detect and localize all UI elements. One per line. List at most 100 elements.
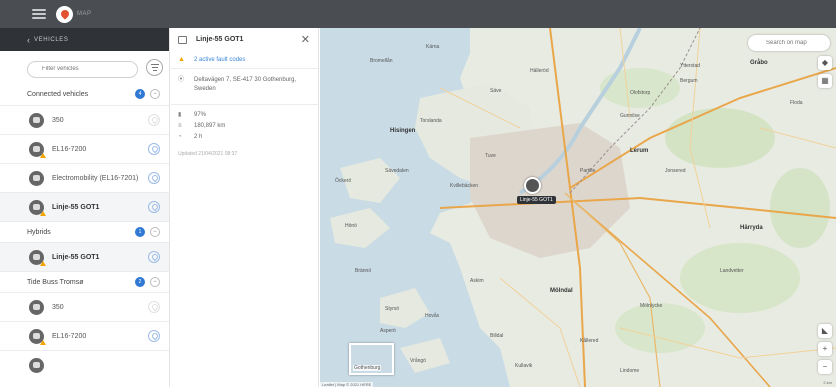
vehicle-row[interactable]: EL16-7200 xyxy=(0,134,169,163)
map-search-input[interactable] xyxy=(748,35,830,51)
warning-icon: ▲ xyxy=(178,56,185,63)
place-label: Hovås xyxy=(425,313,440,319)
bus-icon xyxy=(29,170,44,186)
map-tiles xyxy=(320,28,836,387)
zoom-in-icon[interactable]: + xyxy=(818,342,832,356)
group-name: Tide Buss Tromsø xyxy=(27,278,84,286)
bus-icon xyxy=(29,357,44,373)
bus-icon xyxy=(29,328,46,345)
close-icon[interactable]: ✕ xyxy=(301,33,310,46)
app-title: MAP xyxy=(77,11,92,17)
fuel-row: ▮ 97% xyxy=(171,109,318,120)
vehicle-name: Linje-55 GOT1 xyxy=(52,203,100,211)
sidebar-title: VEHICLES xyxy=(34,36,69,43)
place-label: Billdal xyxy=(490,333,504,339)
engine-hours-text: 2 h xyxy=(194,133,203,140)
locate-icon[interactable] xyxy=(148,143,160,155)
place-label: Tuve xyxy=(485,153,496,159)
place-label: Mölnlycke xyxy=(640,303,663,309)
locate-icon[interactable] xyxy=(148,301,160,313)
sidebar-header[interactable]: ‹ VEHICLES xyxy=(0,28,169,51)
minimap[interactable]: Gothenburg xyxy=(349,343,394,375)
vehicle-detail-panel: Linje-55 GOT1 ✕ ▲ 2 active fault codes ⦿… xyxy=(171,28,319,387)
vehicle-name: EL16-7200 xyxy=(52,145,87,153)
vehicle-row[interactable]: 350 xyxy=(0,105,169,134)
fault-codes-text: 2 active fault codes xyxy=(194,56,246,63)
place-label: Mölndal xyxy=(550,288,573,294)
map-type-icon[interactable]: ▦ xyxy=(818,74,832,88)
warning-icon xyxy=(40,152,46,158)
filter-bar xyxy=(0,51,169,84)
locate-icon[interactable] xyxy=(148,251,160,263)
vehicle-row-selected[interactable]: Linje-55 GOT1 xyxy=(0,242,169,271)
zoom-out-icon[interactable]: − xyxy=(818,360,832,374)
place-label: Askim xyxy=(470,278,484,284)
odometer-text: 180,897 km xyxy=(194,122,226,129)
fault-codes-link[interactable]: ▲ 2 active fault codes xyxy=(171,51,318,69)
map-pin-logo-icon xyxy=(56,5,73,23)
filter-settings-icon[interactable] xyxy=(146,59,163,76)
route-icon[interactable]: ◣ xyxy=(818,324,832,338)
collapse-icon[interactable]: − xyxy=(150,89,160,99)
place-label: Vrångö xyxy=(410,358,426,364)
hamburger-menu-icon[interactable] xyxy=(32,9,46,19)
layers-icon[interactable]: ◆ xyxy=(818,56,832,70)
place-label: Öckerö xyxy=(335,178,352,184)
bus-icon xyxy=(29,112,44,128)
place-label: Torslanda xyxy=(420,118,442,124)
group-header-hybrids[interactable]: Hybrids 1 − xyxy=(0,221,169,242)
place-label: Gråbo xyxy=(750,60,768,66)
minimap-label: Gothenburg xyxy=(353,365,382,371)
group-header-connected[interactable]: Connected vehicles 4 − xyxy=(0,84,169,105)
place-label: Floda xyxy=(790,100,803,106)
odometer-icon: ≡ xyxy=(178,122,182,129)
chevron-left-icon[interactable]: ‹ xyxy=(27,35,30,45)
clock-icon: ◔ xyxy=(178,133,182,140)
place-label: Lindome xyxy=(620,368,640,374)
place-label: Sävedalen xyxy=(385,168,409,174)
place-label: Lerum xyxy=(630,148,649,154)
group-header-tide-buss[interactable]: Tide Buss Tromsø 2 − xyxy=(0,271,169,292)
vehicle-row-selected[interactable]: Linje-55 GOT1 xyxy=(0,192,169,221)
odometer-row: ≡ 180,897 km xyxy=(171,120,318,131)
vehicle-row[interactable]: EL16-7200 xyxy=(0,321,169,350)
group-count-badge: 4 xyxy=(135,89,145,99)
collapse-icon[interactable]: − xyxy=(150,227,160,237)
updated-timestamp: Updated 21/04/2021 08:37 xyxy=(178,151,238,157)
place-label: Kullavik xyxy=(515,363,533,369)
locate-icon[interactable] xyxy=(148,330,160,342)
map-view[interactable]: Kärna Hisingen Bromellån Hälleröd Olofst… xyxy=(320,28,836,387)
place-label: Bergum xyxy=(680,78,698,84)
detail-header: Linje-55 GOT1 ✕ xyxy=(171,28,318,51)
engine-hours-row: ◔ 2 h xyxy=(171,131,318,142)
vehicle-name: Electromobility (EL16-7201) xyxy=(52,174,139,182)
place-label: Kärna xyxy=(426,44,440,50)
map-attribution: Leaflet | Map © 2021 HERE xyxy=(320,382,374,387)
vehicle-row[interactable]: 350 xyxy=(0,292,169,321)
locate-icon[interactable] xyxy=(148,172,160,184)
place-label: Landvetter xyxy=(720,268,744,274)
place-label: Härryda xyxy=(740,225,763,231)
warning-icon xyxy=(40,210,46,216)
filter-vehicles-input[interactable] xyxy=(27,60,138,78)
place-label: Hälleröd xyxy=(530,68,549,74)
bus-icon xyxy=(29,249,46,266)
locate-icon[interactable] xyxy=(148,114,160,126)
bus-icon xyxy=(29,299,44,315)
address-text: Deltavägen 7, SE-417 30 Gothenburg, Swed… xyxy=(194,77,297,92)
place-label: Partille xyxy=(580,168,596,174)
locate-icon[interactable] xyxy=(148,201,160,213)
place-label: Hönö xyxy=(345,223,357,229)
place-label: Styrsö xyxy=(385,306,400,312)
place-label: Kållered xyxy=(580,338,599,344)
address-row: ⦿ Deltavägen 7, SE-417 30 Gothenburg, Sw… xyxy=(171,69,318,105)
vehicle-map-marker[interactable] xyxy=(524,177,541,194)
collapse-icon[interactable]: − xyxy=(150,277,160,287)
location-pin-icon: ⦿ xyxy=(178,77,185,83)
place-label: Ytterstad xyxy=(680,63,701,69)
vehicle-row[interactable]: Electromobility (EL16-7201) xyxy=(0,163,169,192)
place-label: Kvillebäcken xyxy=(450,183,479,189)
vehicle-row-partial[interactable] xyxy=(0,350,169,379)
detail-vehicle-name: Linje-55 GOT1 xyxy=(196,36,244,43)
place-label: Olofstorp xyxy=(630,90,651,96)
